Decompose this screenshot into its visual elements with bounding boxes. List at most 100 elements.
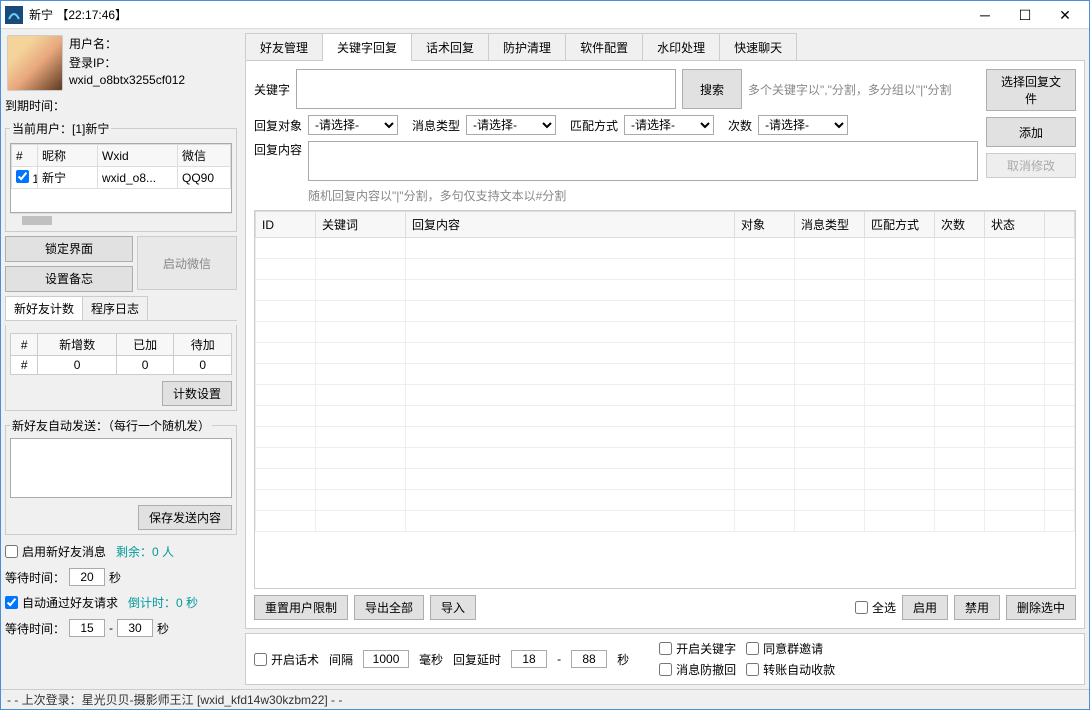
table-row[interactable] — [256, 448, 1075, 469]
cancel-edit-button: 取消修改 — [986, 153, 1076, 178]
disable-button[interactable]: 禁用 — [954, 595, 1000, 620]
gh-target[interactable]: 对象 — [735, 212, 795, 238]
auto-send-fieldset: 新好友自动发送：（每行一个随机发） 保存发送内容 — [5, 417, 237, 535]
user-table[interactable]: # 昵称 Wxid 微信 1 新宁 wxid_o8... QQ90 — [10, 143, 232, 213]
count-table: # 新增数 已加 待加 # 0 0 0 — [10, 333, 232, 375]
interval-label: 间隔 — [329, 651, 353, 668]
tab-watermark[interactable]: 水印处理 — [642, 33, 720, 61]
gh-count[interactable]: 次数 — [935, 212, 985, 238]
col-wxid[interactable]: Wxid — [98, 145, 178, 167]
tab-script-reply[interactable]: 话术回复 — [411, 33, 489, 61]
match-select[interactable]: -请选择- — [624, 115, 714, 135]
minimize-button[interactable]: ─ — [965, 2, 1005, 28]
msg-type-select[interactable]: -请选择- — [466, 115, 556, 135]
delay-input-a[interactable] — [511, 650, 547, 668]
delay-label: 回复延时 — [453, 651, 501, 668]
gh-match[interactable]: 匹配方式 — [865, 212, 935, 238]
count-select[interactable]: -请选择- — [758, 115, 848, 135]
delay-input-b[interactable] — [571, 650, 607, 668]
open-keyword-checkbox[interactable] — [659, 642, 672, 655]
col-num[interactable]: # — [12, 145, 38, 167]
interval-input[interactable] — [363, 650, 409, 668]
table-row[interactable] — [256, 511, 1075, 532]
table-row[interactable] — [256, 343, 1075, 364]
app-icon — [5, 6, 23, 24]
delete-selected-button[interactable]: 删除选中 — [1006, 595, 1076, 620]
gh-status[interactable]: 状态 — [985, 212, 1045, 238]
table-row[interactable] — [256, 238, 1075, 259]
window-title: 新宁 【22:17:46】 — [29, 6, 965, 23]
memo-button[interactable]: 设置备忘 — [5, 266, 133, 292]
content-hint: 随机回复内容以"|"分割，多句仅支持文本以#分割 — [308, 187, 566, 204]
select-all-checkbox[interactable] — [855, 601, 868, 614]
gh-id[interactable]: ID — [256, 212, 316, 238]
close-button[interactable]: ✕ — [1045, 2, 1085, 28]
add-button[interactable]: 添加 — [986, 117, 1076, 147]
wait-input-2a[interactable] — [69, 619, 105, 637]
mini-tabs: 新好友计数 程序日志 — [5, 296, 237, 321]
tab-new-friend-count[interactable]: 新好友计数 — [5, 296, 83, 320]
select-all-checkbox-wrapper[interactable]: 全选 — [855, 599, 896, 616]
keyword-hint: 多个关键字以","分割，多分组以"|"分割 — [748, 81, 952, 98]
gh-kw[interactable]: 关键词 — [316, 212, 406, 238]
wait-input-1[interactable] — [69, 568, 105, 586]
col-wechat[interactable]: 微信 — [178, 145, 231, 167]
reply-grid[interactable]: ID 关键词 回复内容 对象 消息类型 匹配方式 次数 状态 — [254, 210, 1076, 589]
import-button[interactable]: 导入 — [430, 595, 476, 620]
tab-soft-config[interactable]: 软件配置 — [565, 33, 643, 61]
table-row[interactable] — [256, 259, 1075, 280]
tab-friend-mgmt[interactable]: 好友管理 — [245, 33, 323, 61]
table-row[interactable]: 1 新宁 wxid_o8... QQ90 — [12, 167, 231, 189]
gh-msgtype[interactable]: 消息类型 — [795, 212, 865, 238]
table-row[interactable] — [256, 469, 1075, 490]
keyword-input[interactable] — [296, 69, 676, 109]
col-nick[interactable]: 昵称 — [38, 145, 98, 167]
open-script-checkbox[interactable] — [254, 653, 267, 666]
table-row[interactable] — [256, 322, 1075, 343]
start-wechat-button[interactable]: 启动微信 — [137, 236, 237, 290]
table-row[interactable] — [256, 490, 1075, 511]
app-window: 新宁 【22:17:46】 ─ ☐ ✕ 用户名： 登录IP： wxid_o8bt… — [0, 0, 1090, 710]
reset-user-limit-button[interactable]: 重置用户限制 — [254, 595, 348, 620]
reply-content-input[interactable] — [308, 141, 978, 181]
search-button[interactable]: 搜索 — [682, 69, 742, 109]
count-settings-button[interactable]: 计数设置 — [162, 381, 232, 406]
table-row[interactable] — [256, 406, 1075, 427]
lock-ui-button[interactable]: 锁定界面 — [5, 236, 133, 262]
enable-button[interactable]: 启用 — [902, 595, 948, 620]
enable-new-friend-checkbox[interactable] — [5, 545, 18, 558]
table-row[interactable] — [256, 280, 1075, 301]
auto-collect-checkbox[interactable] — [746, 663, 759, 676]
anti-recall-checkbox[interactable] — [659, 663, 672, 676]
right-button-column: 选择回复文件 添加 取消修改 — [986, 69, 1076, 204]
count-label: 次数 — [728, 117, 752, 134]
countdown-label: 倒计时：0 秒 — [128, 594, 198, 611]
reply-target-select[interactable]: -请选择- — [308, 115, 398, 135]
table-row[interactable] — [256, 427, 1075, 448]
wait-label-2: 等待时间： — [5, 620, 65, 637]
table-row[interactable] — [256, 385, 1075, 406]
h-scrollbar[interactable] — [10, 213, 232, 227]
table-row[interactable] — [256, 301, 1075, 322]
agree-group-checkbox[interactable] — [746, 642, 759, 655]
maximize-button[interactable]: ☐ — [1005, 2, 1045, 28]
export-all-button[interactable]: 导出全部 — [354, 595, 424, 620]
wait-input-2b[interactable] — [117, 619, 153, 637]
sidebar: 用户名： 登录IP： wxid_o8btx3255cf012 到期时间： 当前用… — [1, 29, 241, 689]
bottom-bar: 开启话术 间隔 毫秒 回复延时 - 秒 开启关键字 消息防撤回 同意群邀请 转账… — [245, 633, 1085, 685]
tab-protection[interactable]: 防护清理 — [488, 33, 566, 61]
tab-program-log[interactable]: 程序日志 — [82, 296, 148, 320]
auto-send-textarea[interactable] — [10, 438, 232, 498]
table-row[interactable] — [256, 364, 1075, 385]
save-send-button[interactable]: 保存发送内容 — [138, 505, 232, 530]
row-checkbox[interactable] — [16, 170, 29, 183]
select-file-button[interactable]: 选择回复文件 — [986, 69, 1076, 111]
tab-quick-chat[interactable]: 快速聊天 — [719, 33, 797, 61]
grid-actions: 重置用户限制 导出全部 导入 全选 启用 禁用 删除选中 — [254, 595, 1076, 620]
gh-content[interactable]: 回复内容 — [406, 212, 735, 238]
auto-accept-checkbox[interactable] — [5, 596, 18, 609]
tab-keyword-reply[interactable]: 关键字回复 — [322, 33, 412, 61]
auto-send-legend: 新好友自动发送：（每行一个随机发） — [10, 417, 212, 434]
avatar — [7, 35, 63, 91]
msg-type-label: 消息类型 — [412, 117, 460, 134]
